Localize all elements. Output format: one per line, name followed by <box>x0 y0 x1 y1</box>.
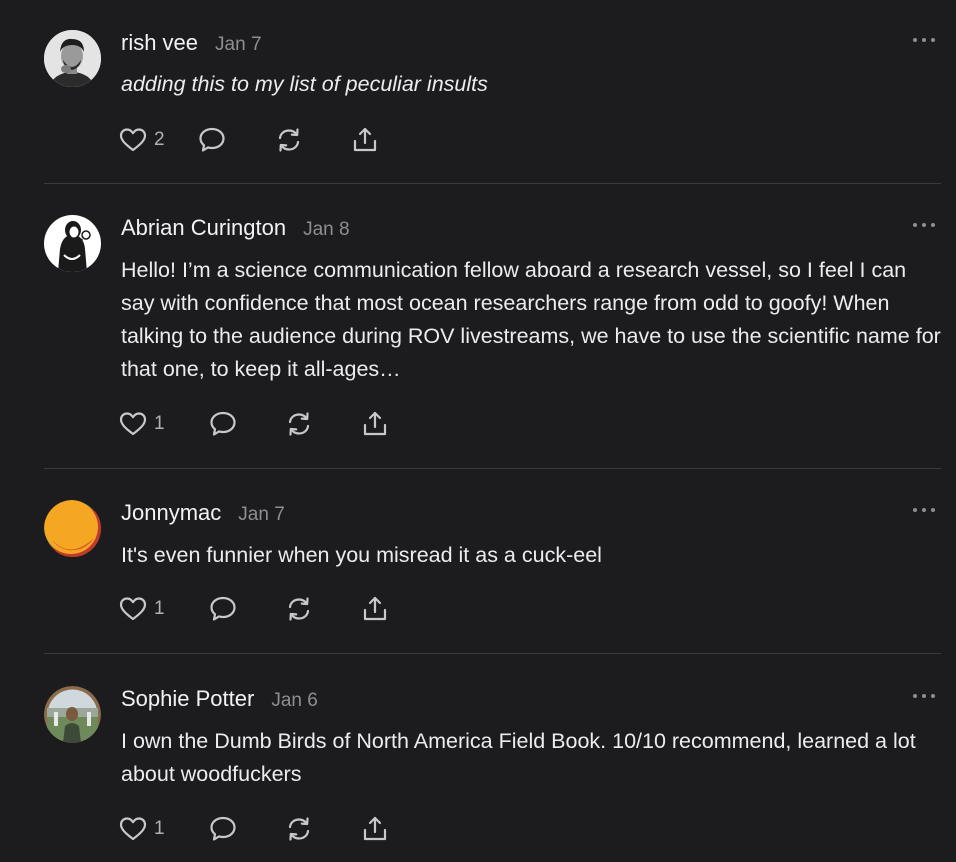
heart-icon <box>119 128 147 152</box>
comment-header: Abrian Curington Jan 8 <box>121 215 350 245</box>
avatar[interactable] <box>44 215 101 272</box>
divider <box>44 183 941 184</box>
reply-button[interactable] <box>209 410 237 438</box>
like-button[interactable]: 1 <box>119 596 171 622</box>
restack-button[interactable] <box>285 410 313 438</box>
comment-text: adding this to my list of peculiar insul… <box>121 72 488 96</box>
ellipsis-dot <box>922 223 926 227</box>
heart-icon <box>119 817 147 841</box>
comment-actions: 1 <box>119 408 389 440</box>
ellipsis-dot <box>922 508 926 512</box>
speech-bubble-icon <box>210 816 236 841</box>
comment-actions: 1 <box>119 593 389 625</box>
restack-button[interactable] <box>285 815 313 843</box>
restack-arrows-icon <box>288 412 310 436</box>
ellipsis-dot <box>922 38 926 42</box>
like-count: 1 <box>154 598 165 619</box>
restack-arrows-icon <box>288 817 310 841</box>
abstract-color-avatar-icon <box>44 500 101 557</box>
author-name[interactable]: Jonnymac <box>121 500 221 526</box>
reply-button[interactable] <box>198 126 226 154</box>
like-count: 2 <box>154 129 165 150</box>
ellipsis-icon <box>913 38 917 42</box>
like-button[interactable]: 2 <box>119 127 173 153</box>
share-upload-icon <box>363 411 387 436</box>
ellipsis-dot <box>931 508 935 512</box>
more-options-button[interactable] <box>913 219 935 231</box>
ellipsis-dot <box>931 694 935 698</box>
comment-actions: 1 <box>119 813 389 845</box>
share-upload-icon <box>363 596 387 621</box>
avatar[interactable] <box>44 686 101 743</box>
restack-button[interactable] <box>275 126 303 154</box>
speech-bubble-icon <box>199 127 225 152</box>
like-button[interactable]: 1 <box>119 411 171 437</box>
speech-bubble-icon <box>210 411 236 436</box>
restack-arrows-icon <box>288 597 310 621</box>
illustrated-avatar-icon <box>44 215 101 272</box>
comment-date[interactable]: Jan 6 <box>271 690 317 712</box>
like-count: 1 <box>154 413 165 434</box>
outdoor-photo-avatar-icon <box>44 686 101 743</box>
person-photo-avatar-icon <box>44 30 101 87</box>
more-options-button[interactable] <box>913 690 935 702</box>
ellipsis-dot <box>922 694 926 698</box>
like-count: 1 <box>154 818 165 839</box>
author-name[interactable]: rish vee <box>121 30 198 56</box>
share-button[interactable] <box>361 410 389 438</box>
comment-header: Jonnymac Jan 7 <box>121 500 285 530</box>
heart-icon <box>119 412 147 436</box>
comment-thread: rish vee Jan 7 adding this to my list of… <box>0 0 956 862</box>
reply-button[interactable] <box>209 595 237 623</box>
more-options-button[interactable] <box>913 504 935 516</box>
author-name[interactable]: Sophie Potter <box>121 686 254 712</box>
like-button[interactable]: 1 <box>119 816 171 842</box>
share-upload-icon <box>353 127 377 152</box>
comment-date[interactable]: Jan 7 <box>238 504 284 526</box>
ellipsis-icon <box>913 508 917 512</box>
comment-text: I own the Dumb Birds of North America Fi… <box>121 729 916 786</box>
more-options-button[interactable] <box>913 34 935 46</box>
ellipsis-dot <box>931 223 935 227</box>
share-button[interactable] <box>361 815 389 843</box>
speech-bubble-icon <box>210 596 236 621</box>
restack-arrows-icon <box>278 128 300 152</box>
ellipsis-icon <box>913 694 917 698</box>
avatar[interactable] <box>44 30 101 87</box>
comment-header: rish vee Jan 7 <box>121 30 262 60</box>
ellipsis-dot <box>931 38 935 42</box>
comment-date[interactable]: Jan 8 <box>303 219 349 241</box>
comment-text: Hello! I’m a science communication fello… <box>121 258 941 381</box>
share-button[interactable] <box>351 126 379 154</box>
comment-actions: 2 <box>119 124 379 156</box>
comment-text: It's even funnier when you misread it as… <box>121 543 602 567</box>
reply-button[interactable] <box>209 815 237 843</box>
comment-header: Sophie Potter Jan 6 <box>121 686 318 716</box>
share-upload-icon <box>363 816 387 841</box>
heart-icon <box>119 597 147 621</box>
ellipsis-icon <box>913 223 917 227</box>
divider <box>44 468 941 469</box>
comment-date[interactable]: Jan 7 <box>215 34 261 56</box>
restack-button[interactable] <box>285 595 313 623</box>
share-button[interactable] <box>361 595 389 623</box>
divider <box>44 653 941 654</box>
author-name[interactable]: Abrian Curington <box>121 215 286 241</box>
avatar[interactable] <box>44 500 101 557</box>
